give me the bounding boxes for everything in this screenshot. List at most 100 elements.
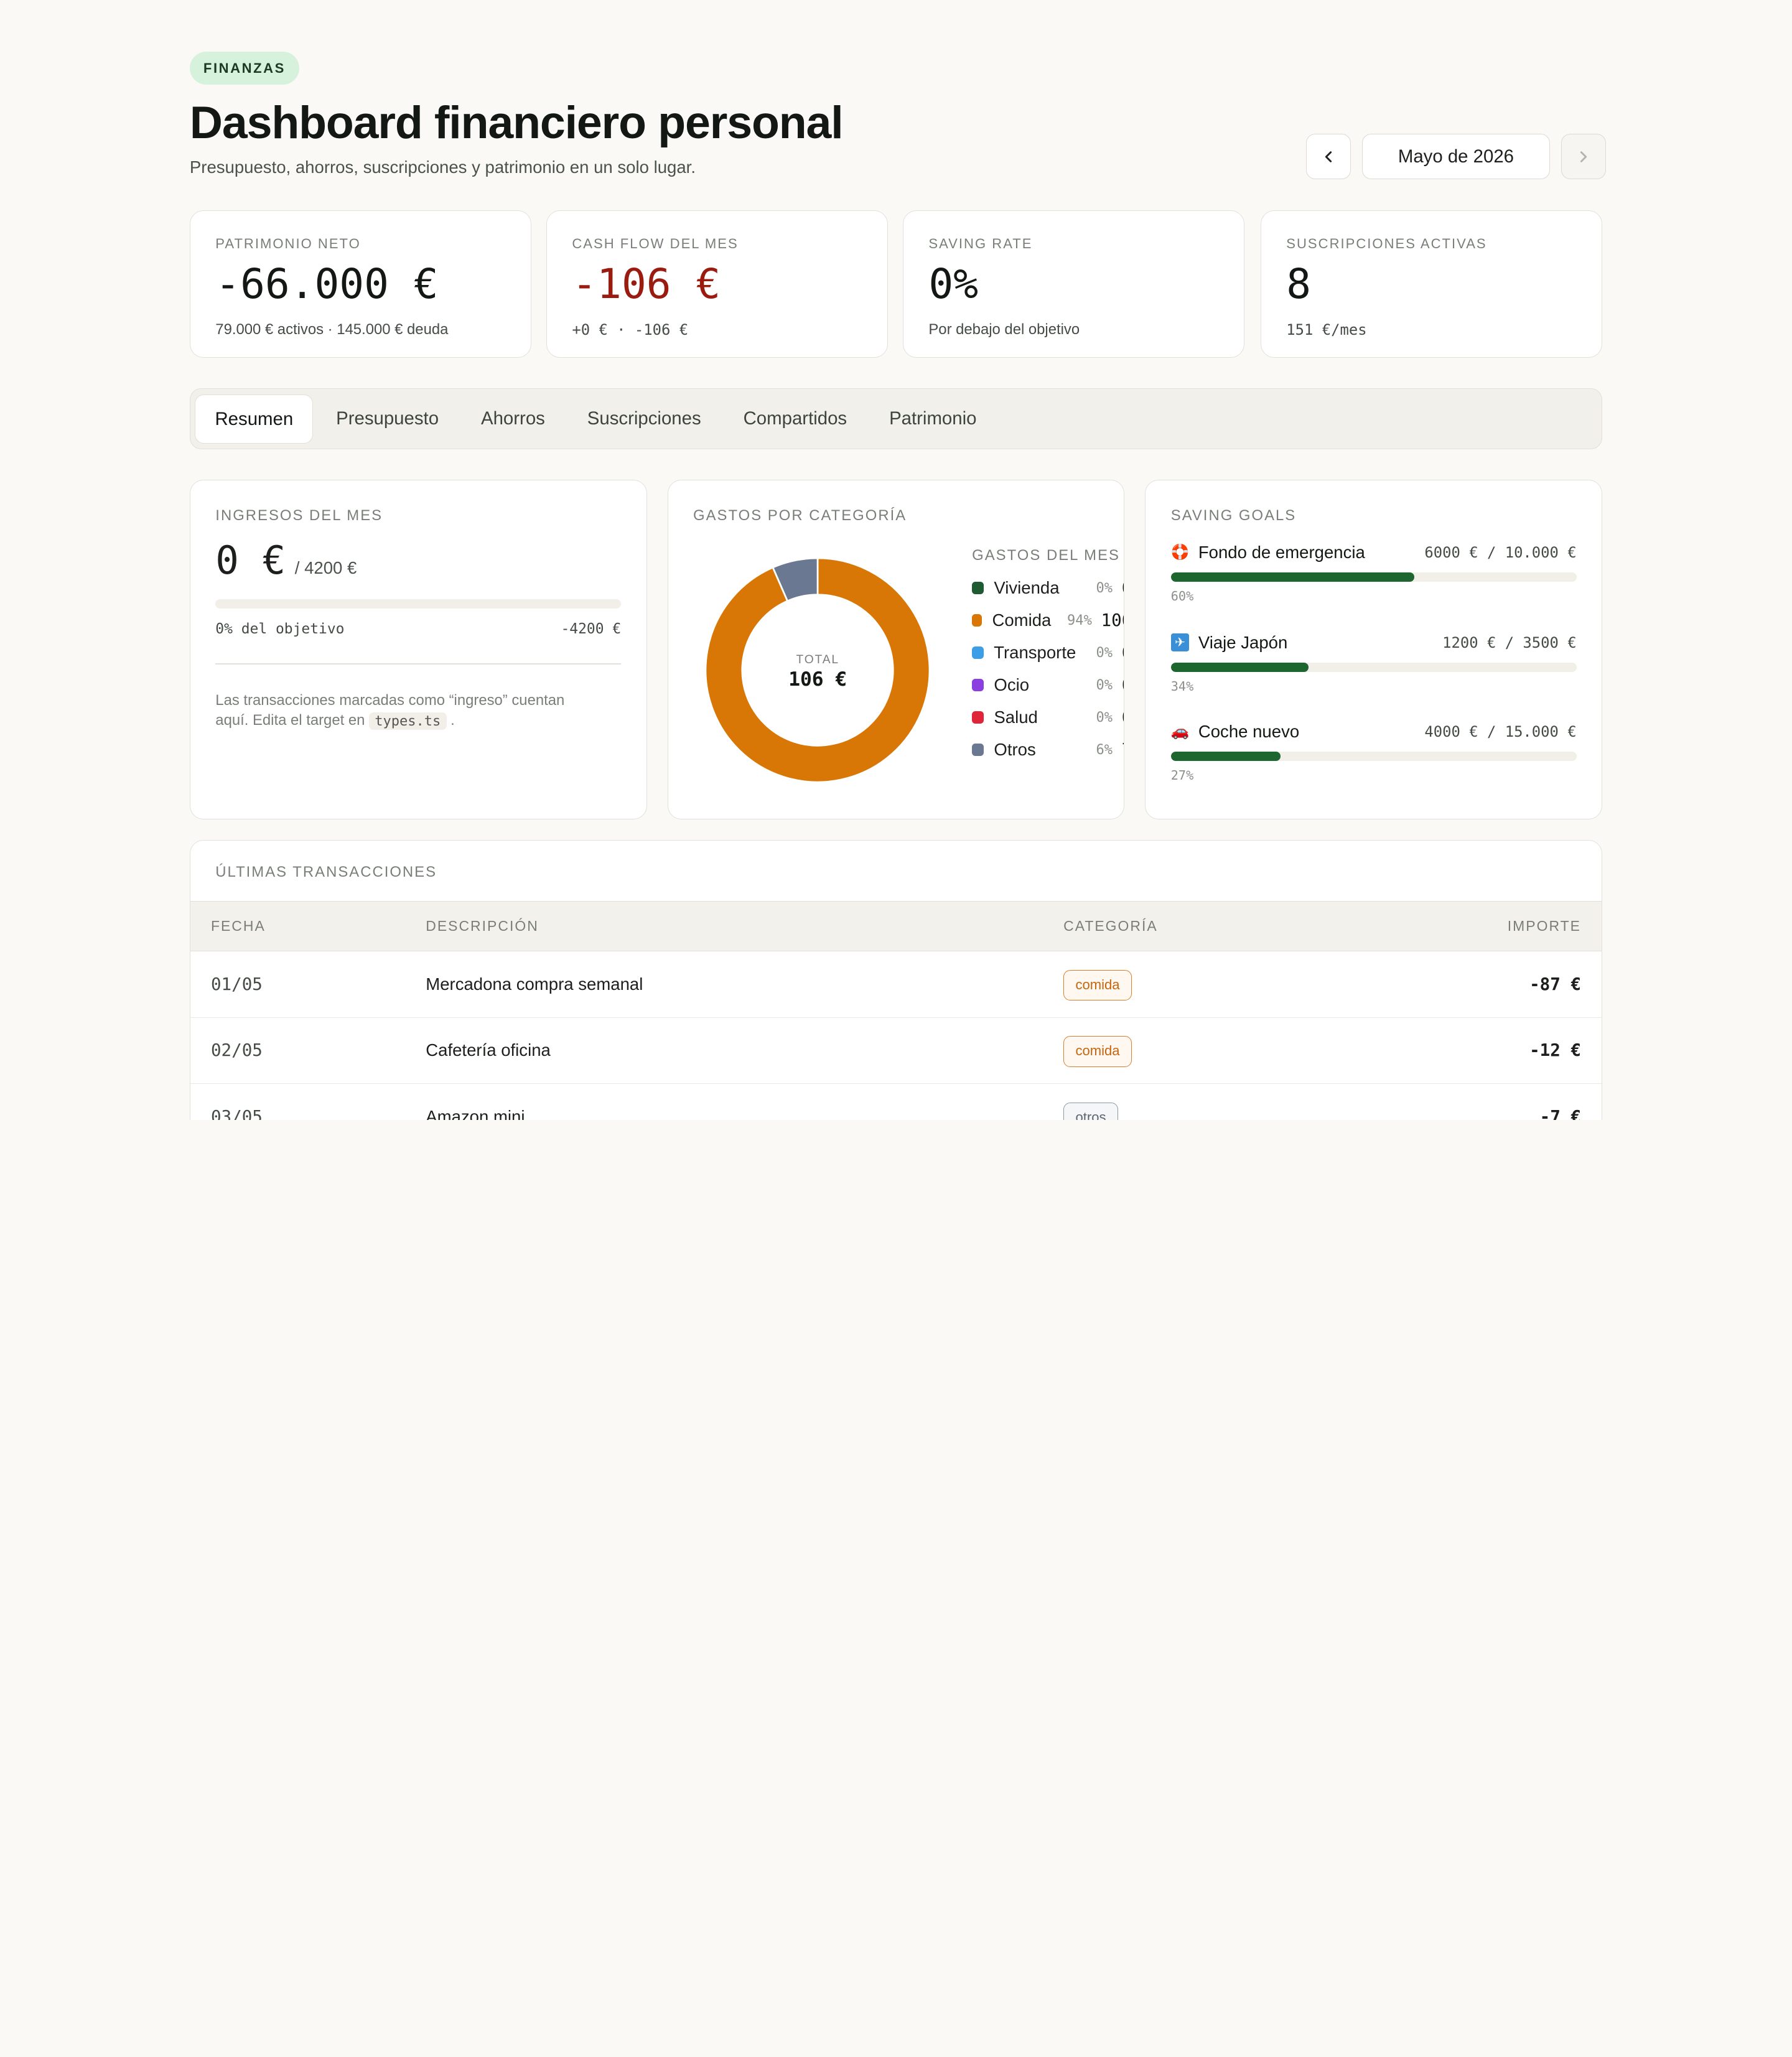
goal-progress-bar [1170, 572, 1577, 582]
tab-presupuesto[interactable]: Presupuesto [317, 394, 458, 444]
income-note-code: types.ts [369, 712, 447, 730]
kpi-card-subscriptions: SUSCRIPCIONES ACTIVAS 8 151 €/mes [1260, 210, 1603, 358]
next-month-button[interactable] [1561, 133, 1606, 180]
legend-percent: 0% [1096, 709, 1113, 725]
transaction-date: 01/05 [210, 974, 263, 994]
kpi-value: 0% [928, 260, 978, 309]
legend-percent: 0% [1096, 580, 1113, 596]
goal-item: ✈ Viaje Japón 1200 € / 3500 € 34% [1170, 632, 1577, 694]
goal-amount: 6000 € / 10.000 € [1424, 543, 1577, 561]
legend-label: Vivienda [994, 578, 1060, 598]
goal-name: Coche nuevo [1198, 721, 1300, 741]
goal-progress-bar [1170, 752, 1577, 762]
legend-value: 0 [1122, 578, 1124, 598]
legend-percent: 6% [1096, 742, 1113, 758]
car-icon: 🚗 [1170, 723, 1190, 740]
legend-swatch [972, 679, 984, 692]
expenses-card: GASTOS POR CATEGORÍA TOTAL 106 € GASTOS … [667, 480, 1125, 819]
legend-item-vivienda: Vivienda 0% 0 [972, 572, 1124, 604]
lifebuoy-icon: 🛟 [1170, 544, 1190, 561]
kpi-subtext: Por debajo del objetivo [928, 320, 1080, 338]
current-month-label[interactable]: Mayo de 2026 [1362, 133, 1550, 180]
kpi-subtext: 79.000 € activos · 145.000 € deuda [215, 320, 449, 338]
transaction-date: 03/05 [210, 1106, 263, 1120]
kpi-card-cash-flow: CASH FLOW DEL MES -106 € +0 € · -106 € [546, 210, 889, 358]
legend-value: 7 [1122, 740, 1124, 760]
goal-amount: 1200 € / 3500 € [1442, 633, 1577, 651]
table-row[interactable]: 02/05 Cafetería oficina comida -12 € [190, 1018, 1602, 1084]
goal-progress-fill [1170, 752, 1281, 762]
goal-percent: 34% [1170, 678, 1194, 694]
income-note-end: . [450, 712, 455, 729]
legend-swatch [972, 646, 984, 660]
airplane-icon: ✈ [1170, 633, 1190, 652]
transactions-card: ÚLTIMAS TRANSACCIONES FECHA DESCRIPCIÓN … [189, 839, 1603, 1120]
legend-swatch [972, 744, 984, 757]
column-header-amount[interactable]: IMPORTE [1508, 918, 1581, 935]
legend-percent: 94% [1067, 612, 1092, 628]
goal-progress-fill [1170, 572, 1414, 582]
legend-percent: 0% [1096, 677, 1113, 693]
income-progress-label: 0% del objetivo [215, 621, 345, 638]
legend-swatch [972, 711, 984, 724]
category-tag: comida [1063, 969, 1132, 1001]
saving-goals-card: SAVING GOALS 🛟 Fondo de emergencia 6000 €… [1145, 480, 1603, 819]
kpi-label: SUSCRIPCIONES ACTIVAS [1286, 236, 1487, 252]
tab-compartidos[interactable]: Compartidos [724, 394, 866, 444]
legend-label: Transporte [994, 643, 1076, 663]
column-header-category[interactable]: CATEGORÍA [1063, 918, 1158, 935]
card-label: SAVING GOALS [1170, 506, 1297, 524]
category-tag: comida [1063, 1036, 1132, 1067]
goal-name: Fondo de emergencia [1198, 542, 1365, 562]
legend-value: 0 [1122, 643, 1124, 663]
section-badge: FINANZAS [189, 51, 299, 85]
income-target: / 4200 € [294, 558, 357, 578]
tab-resumen[interactable]: Resumen [195, 394, 314, 444]
kpi-subtext: 151 €/mes [1286, 320, 1367, 338]
income-note: Las transacciones marcadas como “ingreso… [215, 691, 600, 731]
legend-item-salud: Salud 0% 0 [972, 701, 1124, 734]
section-tabs: Resumen Presupuesto Ahorros Suscripcione… [189, 388, 1603, 449]
kpi-card-net-worth: PATRIMONIO NETO -66.000 € 79.000 € activ… [189, 210, 532, 358]
transaction-amount: -87 € [1529, 974, 1581, 994]
goal-percent: 60% [1170, 588, 1194, 604]
goal-item: 🚗 Coche nuevo 4000 € / 15.000 € 27% [1171, 722, 1577, 783]
table-header: FECHA DESCRIPCIÓN CATEGORÍA IMPORTE [190, 901, 1602, 952]
donut-total-label: TOTAL [796, 653, 839, 666]
goal-amount: 4000 € / 15.000 € [1424, 722, 1577, 740]
kpi-subtext: +0 € · -106 € [572, 320, 689, 338]
column-header-description[interactable]: DESCRIPCIÓN [426, 918, 539, 935]
kpi-value: 8 [1286, 260, 1312, 309]
income-progress-bar [215, 599, 622, 609]
table-row[interactable]: 01/05 Mercadona compra semanal comida -8… [190, 951, 1602, 1018]
legend-label: Otros [994, 740, 1036, 760]
column-header-date[interactable]: FECHA [211, 918, 266, 935]
tab-ahorros[interactable]: Ahorros [462, 394, 564, 444]
dashboard-page: FINANZAS Dashboard financiero personal P… [0, 0, 1792, 1120]
goal-name: Viaje Japón [1198, 632, 1288, 652]
legend-item-otros: Otros 6% 7 [972, 734, 1124, 766]
prev-month-button[interactable] [1306, 133, 1351, 180]
transaction-amount: -12 € [1529, 1040, 1581, 1061]
donut-center: TOTAL 106 € [772, 653, 864, 691]
goal-percent: 27% [1170, 768, 1194, 783]
tab-suscripciones[interactable]: Suscripciones [568, 394, 721, 444]
legend-title: GASTOS DEL MES [972, 546, 1120, 564]
transaction-description: Mercadona compra semanal [426, 974, 643, 994]
legend-swatch [972, 582, 984, 595]
income-card: INGRESOS DEL MES 0 € / 4200 € 0% del obj… [189, 480, 647, 819]
category-tag: otros [1063, 1102, 1118, 1120]
tab-patrimonio[interactable]: Patrimonio [870, 394, 996, 444]
table-row[interactable]: 03/05 Amazon mini otros -7 € [190, 1084, 1602, 1120]
legend-item-comida: Comida 94% 100 [972, 604, 1124, 637]
transaction-amount: -7 € [1539, 1106, 1581, 1120]
card-label: INGRESOS DEL MES [215, 506, 383, 524]
legend-item-ocio: Ocio 0% 0 [972, 669, 1124, 701]
goal-item: 🛟 Fondo de emergencia 6000 € / 10.000 € 6… [1171, 543, 1577, 604]
transaction-description: Amazon mini [426, 1106, 525, 1120]
page-subtitle: Presupuesto, ahorros, suscripciones y pa… [189, 157, 696, 177]
legend-percent: 0% [1096, 645, 1113, 661]
card-label: ÚLTIMAS TRANSACCIONES [215, 863, 437, 880]
kpi-label: PATRIMONIO NETO [215, 236, 361, 252]
expenses-legend: Vivienda 0% 0 Comida94%100 Transporte 0% 0 Ocio… [972, 572, 1124, 766]
